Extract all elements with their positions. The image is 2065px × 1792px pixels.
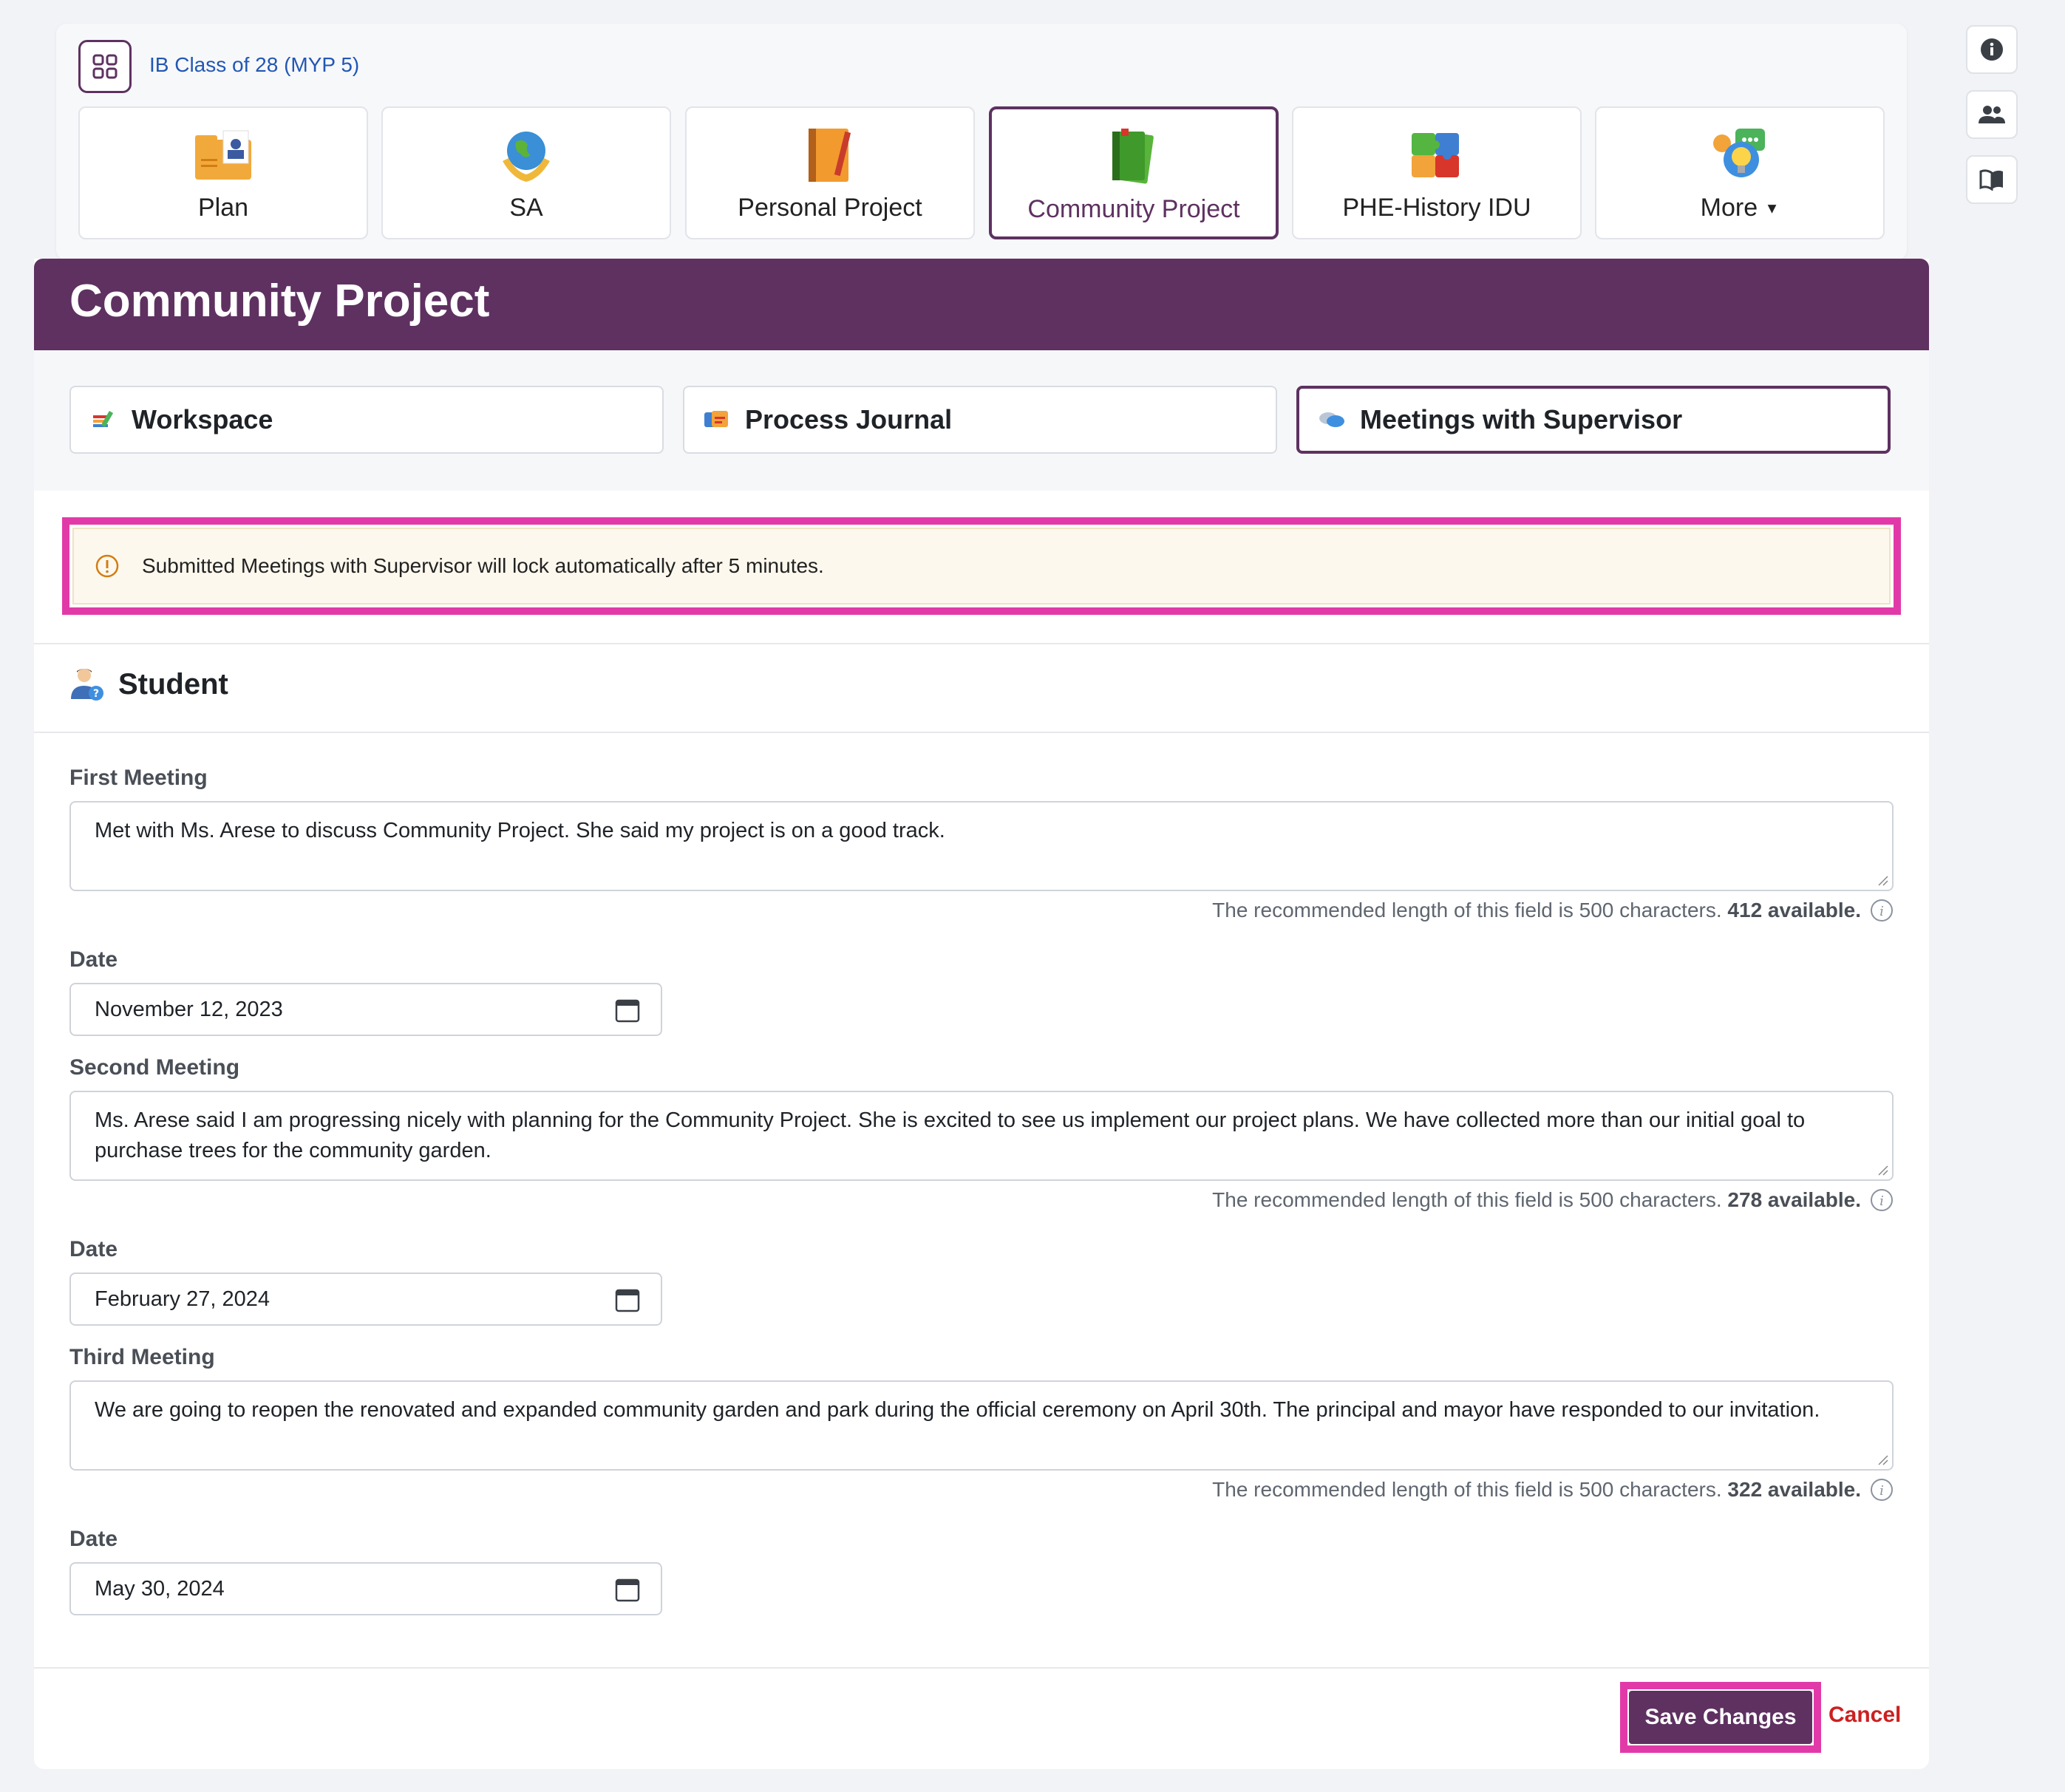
section-header: ? Student — [69, 667, 228, 702]
char-hint: The recommended length of this field is … — [1212, 1188, 1861, 1212]
divider — [34, 643, 1929, 644]
people-icon — [1979, 106, 2005, 123]
tab-meetings-with-supervisor[interactable]: Meetings with Supervisor — [1296, 386, 1891, 454]
module-nav-card: IB Class of 28 (MYP 5) Plan SA Personal … — [56, 24, 1907, 260]
tile-community-project[interactable]: Community Project — [989, 106, 1279, 239]
open-book-icon — [1979, 169, 2003, 191]
speech-bubbles-icon — [1317, 405, 1347, 435]
grid-icon — [92, 54, 118, 79]
tile-label: SA — [509, 194, 543, 222]
third-meeting-textarea[interactable]: We are going to reopen the renovated and… — [69, 1380, 1894, 1471]
calendar-icon[interactable] — [615, 1287, 640, 1312]
char-hint: The recommended length of this field is … — [1212, 1478, 1861, 1502]
available-count: 412 available. — [1727, 899, 1861, 921]
char-hint: The recommended length of this field is … — [1212, 899, 1861, 922]
available-count: 322 available. — [1727, 1478, 1861, 1501]
hint-text: The recommended length of this field is … — [1212, 1188, 1722, 1211]
divider — [34, 732, 1929, 733]
tab-label: Workspace — [132, 404, 273, 435]
plan-folder-icon — [192, 124, 254, 186]
lock-alert: Submitted Meetings with Supervisor will … — [72, 528, 1891, 604]
page-title: Community Project — [69, 276, 490, 327]
save-changes-button[interactable]: Save Changes — [1629, 1691, 1812, 1744]
people-button[interactable] — [1966, 90, 2018, 139]
book-button[interactable] — [1966, 155, 2018, 204]
cancel-link[interactable]: Cancel — [1828, 1703, 1901, 1728]
date-label: Date — [69, 1237, 118, 1261]
section-title: Student — [118, 667, 228, 701]
warning-circle-icon — [95, 554, 119, 578]
second-meeting-textarea[interactable]: Ms. Arese said I am progressing nicely w… — [69, 1091, 1894, 1181]
first-meeting-label: First Meeting — [69, 766, 208, 790]
tab-workspace[interactable]: Workspace — [69, 386, 664, 454]
tile-personal-project[interactable]: Personal Project — [685, 106, 975, 239]
tile-label: Community Project — [1027, 195, 1240, 223]
info-outline-icon[interactable]: i — [1870, 1188, 1894, 1212]
tile-label: Personal Project — [738, 194, 922, 222]
community-project-panel: Community Project Workspace Process Jour… — [34, 259, 1929, 1769]
third-meeting-date-input[interactable]: May 30, 2024 — [69, 1562, 662, 1615]
info-outline-icon[interactable]: i — [1870, 899, 1894, 922]
third-meeting-text: We are going to reopen the renovated and… — [95, 1398, 1820, 1422]
tile-sa[interactable]: SA — [381, 106, 671, 239]
tile-plan[interactable]: Plan — [78, 106, 368, 239]
tile-phe-history-idu[interactable]: PHE-History IDU — [1292, 106, 1582, 239]
divider — [34, 1667, 1929, 1669]
calendar-icon[interactable] — [615, 1577, 640, 1602]
available-count: 278 available. — [1727, 1188, 1861, 1211]
date-label: Date — [69, 947, 118, 972]
svg-text:i: i — [1879, 1483, 1884, 1499]
resize-handle-icon[interactable] — [1876, 1163, 1889, 1176]
apps-grid-button[interactable] — [78, 40, 132, 93]
green-books-icon — [1103, 126, 1165, 188]
tab-process-journal[interactable]: Process Journal — [683, 386, 1277, 454]
more-label: More — [1700, 194, 1758, 222]
caret-down-icon: ▼ — [1764, 200, 1780, 217]
info-button[interactable] — [1966, 25, 2018, 74]
resize-handle-icon[interactable] — [1876, 873, 1889, 887]
workspace-icon — [89, 405, 118, 435]
puzzle-icon — [1406, 124, 1468, 186]
tile-more[interactable]: More ▼ — [1595, 106, 1885, 239]
first-meeting-date-input[interactable]: November 12, 2023 — [69, 983, 662, 1036]
hint-text: The recommended length of this field is … — [1212, 899, 1722, 921]
info-icon — [1981, 38, 2003, 61]
date-value: February 27, 2024 — [95, 1287, 270, 1311]
journal-icon — [702, 405, 732, 435]
page-banner: Community Project — [34, 259, 1929, 350]
svg-text:i: i — [1879, 1193, 1884, 1209]
notebook-pencil-icon — [799, 124, 861, 186]
tile-label: Plan — [197, 194, 249, 222]
date-label: Date — [69, 1527, 118, 1551]
date-value: November 12, 2023 — [95, 997, 283, 1021]
date-value: May 30, 2024 — [95, 1576, 225, 1601]
resize-handle-icon[interactable] — [1876, 1453, 1889, 1466]
tab-label: Process Journal — [745, 404, 953, 435]
svg-text:i: i — [1879, 904, 1884, 919]
lightbulb-chat-icon — [1709, 124, 1771, 186]
tile-label: More ▼ — [1701, 194, 1780, 222]
alert-text: Submitted Meetings with Supervisor will … — [142, 554, 824, 577]
second-meeting-text: Ms. Arese said I am progressing nicely w… — [95, 1108, 1806, 1162]
first-meeting-text: Met with Ms. Arese to discuss Community … — [95, 819, 945, 842]
tab-label: Meetings with Supervisor — [1360, 404, 1683, 435]
hint-text: The recommended length of this field is … — [1212, 1478, 1722, 1501]
class-link[interactable]: IB Class of 28 (MYP 5) — [149, 53, 359, 77]
second-meeting-label: Second Meeting — [69, 1055, 240, 1080]
first-meeting-textarea[interactable]: Met with Ms. Arese to discuss Community … — [69, 801, 1894, 891]
third-meeting-label: Third Meeting — [69, 1345, 215, 1369]
calendar-icon[interactable] — [615, 998, 640, 1023]
info-outline-icon[interactable]: i — [1870, 1478, 1894, 1502]
tile-label: PHE-History IDU — [1342, 194, 1531, 222]
student-icon: ? — [71, 669, 103, 701]
second-meeting-date-input[interactable]: February 27, 2024 — [69, 1273, 662, 1326]
globe-hands-icon — [495, 124, 557, 186]
svg-text:?: ? — [93, 688, 99, 700]
